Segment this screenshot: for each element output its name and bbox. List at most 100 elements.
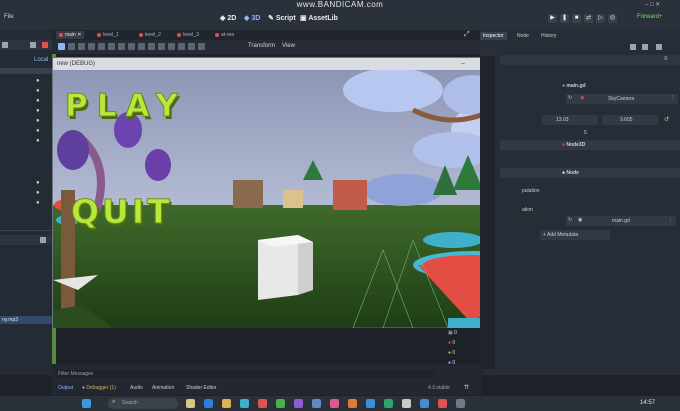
counter-row[interactable]: ● 0 — [448, 340, 472, 350]
tab-shader-editor[interactable]: Shader Editor — [186, 385, 217, 391]
coord-y-field[interactable]: 9.605 — [602, 115, 658, 125]
coord-x-field[interactable]: 13.03 — [542, 115, 598, 125]
eye-icon[interactable]: ● — [36, 180, 44, 190]
play-menu-button[interactable]: PLAY — [65, 88, 187, 125]
eye-icon[interactable]: ● — [36, 128, 44, 138]
app-icon[interactable] — [456, 399, 465, 408]
split-icon[interactable] — [40, 237, 46, 243]
workspace-3d[interactable]: ◆ 3D — [244, 14, 260, 22]
minimize-button[interactable]: – — [459, 60, 467, 68]
workspace-script[interactable]: ✎ Script — [268, 14, 296, 22]
eye-icon[interactable]: ● — [36, 118, 44, 128]
transform-menu[interactable]: Transform — [248, 43, 275, 49]
app-icon[interactable] — [294, 399, 303, 408]
app-icon[interactable] — [312, 399, 321, 408]
environment-preview-icon[interactable] — [188, 43, 195, 50]
renderer-selector[interactable]: Forward+ — [637, 14, 663, 20]
remote-debug-icon[interactable]: ⇄ — [584, 14, 593, 23]
scene-tree-row-selected[interactable] — [0, 68, 52, 74]
app-icon[interactable] — [384, 399, 393, 408]
history-forward-icon[interactable] — [642, 44, 648, 50]
task-view-icon[interactable] — [186, 399, 195, 408]
start-icon[interactable] — [204, 399, 213, 408]
file-item-selected[interactable]: ny.mp3 — [0, 316, 52, 324]
tab-debugger[interactable]: ● Debugger (1) — [82, 385, 116, 391]
widgets-icon[interactable] — [82, 399, 91, 408]
filter-icon[interactable] — [42, 42, 48, 48]
snap-icon[interactable] — [168, 43, 175, 50]
selectable-tool-icon[interactable] — [98, 43, 105, 50]
file-explorer-icon[interactable] — [222, 399, 231, 408]
tab-history[interactable]: History — [538, 32, 560, 40]
app-icon[interactable] — [330, 399, 339, 408]
tab-inspector[interactable]: Inspector — [480, 32, 507, 40]
rotate-tool-icon[interactable] — [78, 43, 85, 50]
quit-menu-button[interactable]: QUIT — [71, 192, 173, 232]
app-icon[interactable] — [348, 399, 357, 408]
tab-at-rea[interactable]: at-rea — [212, 31, 237, 39]
tab-audio[interactable]: Audio — [130, 385, 143, 391]
app-icon[interactable] — [366, 399, 375, 408]
play-custom-icon[interactable]: ◎ — [608, 14, 617, 23]
app-icon[interactable] — [402, 399, 411, 408]
window-controls[interactable]: – □ ✕ — [645, 1, 660, 8]
edge-icon[interactable] — [240, 399, 249, 408]
eye-icon[interactable]: ● — [36, 78, 44, 88]
reset-icon[interactable]: ↺ — [664, 116, 669, 123]
eye-icon[interactable]: ● — [36, 190, 44, 200]
tab-animation[interactable]: Animation — [152, 385, 174, 391]
workspace-2d[interactable]: ◆ 2D — [220, 14, 236, 22]
counter-row[interactable]: ● 0 — [448, 350, 472, 360]
reload-icon[interactable]: ↻ — [568, 95, 572, 101]
local-tab[interactable]: Local — [34, 57, 48, 63]
clock[interactable]: 14:57 — [640, 400, 655, 406]
object-menu-icon[interactable] — [656, 44, 662, 50]
stop-icon[interactable]: ■ — [572, 14, 581, 23]
field-menu-icon[interactable]: ⋮ — [668, 217, 673, 223]
lock-tool-icon[interactable] — [108, 43, 115, 50]
tab-main[interactable]: main ✕ — [56, 31, 85, 39]
counter-row[interactable]: ▣ 0 — [448, 330, 472, 340]
field-menu-icon[interactable]: ⋮ — [670, 95, 675, 101]
godot-icon[interactable] — [420, 399, 429, 408]
expand-panel-icon[interactable]: ⇈ — [464, 384, 469, 391]
unlock-tool-icon[interactable] — [118, 43, 125, 50]
file-menu[interactable]: File — [4, 14, 14, 20]
eye-icon[interactable]: ● — [36, 88, 44, 98]
distraction-free-icon[interactable]: ⤢ — [464, 31, 470, 39]
app-icon[interactable] — [276, 399, 285, 408]
move-tool-icon[interactable] — [68, 43, 75, 50]
tab-level-3[interactable]: level_3 — [174, 31, 202, 39]
eye-icon[interactable]: ● — [36, 200, 44, 210]
sun-preview-icon[interactable] — [178, 43, 185, 50]
tab-output[interactable]: Output — [58, 385, 73, 391]
app-icon[interactable] — [258, 399, 267, 408]
eye-icon[interactable]: ● — [36, 138, 44, 148]
pause-icon[interactable]: ❚ — [560, 14, 569, 23]
reload-icon[interactable]: ↻ — [568, 217, 572, 223]
scale-tool-icon[interactable] — [88, 43, 95, 50]
select-tool-icon[interactable] — [58, 43, 65, 50]
bandicam-icon[interactable] — [438, 399, 447, 408]
inspector-options-icon[interactable]: ≡ — [664, 56, 668, 62]
play-icon[interactable]: ▶ — [548, 14, 557, 23]
group-tool-icon[interactable] — [128, 43, 135, 50]
tab-level-2[interactable]: level_2 — [136, 31, 164, 39]
add-node-icon[interactable] — [2, 42, 8, 48]
skycamera-field[interactable]: ↻ ◉ SkyCamera ⋮ — [566, 94, 678, 104]
eye-icon[interactable]: ● — [36, 98, 44, 108]
play-scene-icon[interactable]: ▷ — [596, 14, 605, 23]
tab-level-1[interactable]: level_1 — [94, 31, 122, 39]
local-space-icon[interactable] — [158, 43, 165, 50]
ungroup-tool-icon[interactable] — [138, 43, 145, 50]
section-node3d[interactable]: ● Node3D — [500, 140, 680, 150]
history-back-icon[interactable] — [630, 44, 636, 50]
script-field[interactable]: ↻ ◉ main.gd ⋮ — [566, 216, 676, 226]
section-node[interactable]: ● Node — [500, 168, 680, 178]
taskbar-search[interactable]: ⌕ Search — [108, 398, 178, 409]
ruler-tool-icon[interactable] — [148, 43, 155, 50]
link-icon[interactable] — [30, 42, 36, 48]
tab-node[interactable]: Node — [514, 32, 532, 40]
workspace-assetlib[interactable]: ▣ AssetLib — [300, 14, 338, 22]
view-menu[interactable]: View — [282, 43, 295, 49]
